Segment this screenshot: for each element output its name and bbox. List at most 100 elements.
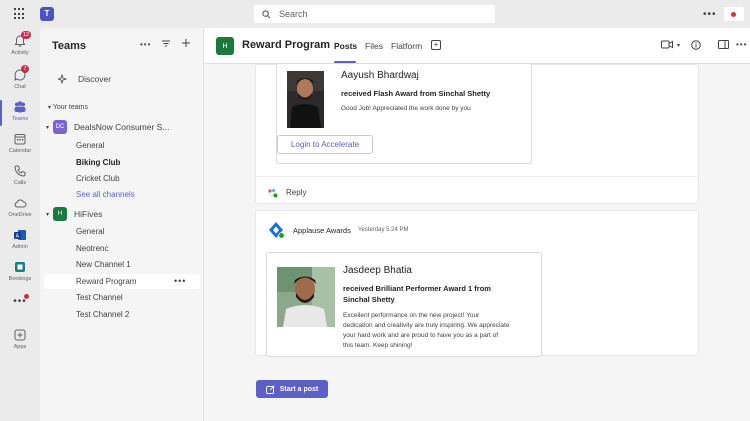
recipient-name: Jasdeep Bhatia: [343, 265, 412, 276]
see-all-channels-link[interactable]: See all channels: [76, 190, 135, 199]
bell-icon: 12: [13, 31, 32, 48]
award-message-line: your hard work and are proud to have you…: [343, 332, 499, 339]
award-line: received Brilliant Performer Award 1 fro…: [343, 283, 491, 305]
channel-neotrenc[interactable]: Neotrenc: [76, 244, 108, 253]
start-post-label: Start a post: [279, 385, 319, 393]
rail-activity[interactable]: 12 Activity: [0, 31, 40, 68]
channel-main: H Reward Program Posts Files Flatform + …: [204, 28, 750, 421]
reply-button[interactable]: Reply: [267, 187, 306, 198]
applause-app-icon: [267, 221, 285, 239]
search-icon: [262, 9, 271, 18]
login-to-accelerate-button[interactable]: Login to Accelerate: [277, 135, 373, 154]
notification-dot: [24, 294, 29, 299]
divider: [256, 176, 698, 177]
rail-more-apps[interactable]: •••: [0, 296, 40, 330]
team-avatar: DC: [53, 120, 68, 134]
add-team-icon[interactable]: [181, 38, 191, 51]
teams-icon: [13, 100, 27, 114]
user-avatar-icon: [267, 187, 278, 198]
team-name: HiFives: [74, 209, 103, 219]
rail-label: OneDrive: [8, 212, 32, 218]
rail-label: Activity: [11, 50, 29, 56]
search-box[interactable]: Search: [254, 5, 495, 23]
chevron-down-icon[interactable]: ▾: [677, 42, 680, 49]
channel-cricket-club[interactable]: Cricket Club: [76, 174, 120, 183]
channel-title: Reward Program: [242, 39, 331, 51]
cloud-icon: [13, 196, 27, 210]
chevron-down-icon: ▾: [46, 211, 50, 218]
chevron-down-icon: ▾: [46, 124, 50, 131]
activity-badge: 12: [21, 31, 32, 39]
channel-general[interactable]: General: [76, 227, 104, 236]
award-line: received Flash Award from Sinchal Shetty: [341, 89, 491, 98]
rail-chat[interactable]: 7 Chat: [0, 65, 40, 102]
rail-label: Chat: [14, 84, 26, 90]
admin-app-icon: A: [13, 228, 27, 242]
award-message-line: Excellent performance on the new project…: [343, 312, 480, 319]
app-launcher-icon[interactable]: [14, 8, 26, 20]
bookings-icon: [13, 260, 27, 274]
discover-button[interactable]: Discover: [58, 74, 111, 84]
rail-label: Apps: [13, 344, 27, 350]
team-hifives[interactable]: ▾ H HiFives: [46, 207, 102, 221]
settings-more-icon[interactable]: •••: [703, 9, 717, 20]
top-bar: T Search •••: [0, 0, 750, 28]
phone-icon: [13, 164, 27, 178]
info-icon[interactable]: [691, 40, 701, 52]
section-label: Your teams: [52, 104, 88, 111]
channel-general[interactable]: General: [76, 141, 104, 150]
tab-posts[interactable]: Posts: [334, 41, 357, 51]
rail-calendar[interactable]: Calendar: [0, 132, 40, 166]
panel-toggle-icon[interactable]: [718, 40, 729, 51]
rail-admin[interactable]: A Admin: [0, 228, 40, 262]
more-options-icon[interactable]: •••: [736, 40, 747, 49]
channel-more-options-icon[interactable]: •••: [174, 276, 186, 286]
chevron-down-icon: ▾: [48, 105, 52, 111]
add-tab-icon[interactable]: +: [431, 40, 441, 50]
post-timestamp: Yesterday 5:24 PM: [358, 227, 409, 233]
svg-text:A: A: [16, 234, 20, 240]
compose-icon: [265, 384, 275, 394]
team-dealsnow[interactable]: ▾ DC DealsNow Consumer S...: [46, 120, 169, 134]
channel-test-channel-2[interactable]: Test Channel 2: [76, 310, 129, 319]
channel-test-channel[interactable]: Test Channel: [76, 293, 123, 302]
start-a-post-button[interactable]: Start a post: [256, 380, 328, 398]
rail-label: Calls: [13, 180, 27, 186]
tab-flatform[interactable]: Flatform: [391, 41, 422, 51]
channel-biking-club[interactable]: Biking Club: [76, 158, 120, 167]
more-options-icon[interactable]: •••: [140, 40, 151, 51]
channel-new-channel-1[interactable]: New Channel 1: [76, 260, 131, 269]
panel-title: Teams: [52, 40, 87, 52]
rail-label: Calendar: [8, 148, 32, 154]
rail-teams[interactable]: Teams: [0, 100, 40, 134]
video-camera-icon[interactable]: [661, 40, 673, 51]
profile-avatar[interactable]: [724, 7, 744, 21]
award-line-1: received Brilliant Performer Award 1 fro…: [343, 284, 491, 293]
chat-badge: 7: [21, 65, 29, 73]
award-card: Aayush Bhardwaj received Flash Award fro…: [276, 63, 532, 164]
tab-files[interactable]: Files: [365, 41, 383, 51]
post-card: Aayush Bhardwaj received Flash Award fro…: [255, 63, 699, 204]
recipient-name: Aayush Bhardwaj: [341, 70, 419, 81]
channel-avatar: H: [216, 37, 234, 55]
rail-label: Admin: [12, 244, 28, 250]
team-name: DealsNow Consumer S...: [74, 122, 170, 132]
recipient-photo: [287, 71, 324, 128]
channel-header: H Reward Program Posts Files Flatform + …: [204, 28, 750, 64]
award-line-2: Sinchal Shetty: [343, 295, 395, 304]
channel-reward-program[interactable]: Reward Program: [76, 277, 136, 286]
rail-label: Teams: [11, 116, 29, 122]
rail-label: Bookings: [8, 276, 32, 282]
rail-calls[interactable]: Calls: [0, 164, 40, 198]
your-teams-header[interactable]: ▾ Your teams: [48, 104, 88, 111]
post-card: Applause Awards Yesterday 5:24 PM Jasdee…: [255, 210, 699, 357]
rail-onedrive[interactable]: OneDrive: [0, 196, 40, 230]
app-rail: 12 Activity 7 Chat Teams Calendar Calls …: [0, 28, 40, 421]
chat-icon: 7: [13, 65, 29, 82]
teams-logo-icon: T: [40, 7, 54, 21]
rail-bookings[interactable]: Bookings: [0, 260, 40, 294]
sparkle-icon: [58, 74, 68, 84]
filter-icon[interactable]: [161, 38, 171, 51]
add-apps-icon: [13, 328, 27, 342]
rail-apps[interactable]: Apps: [0, 328, 40, 362]
